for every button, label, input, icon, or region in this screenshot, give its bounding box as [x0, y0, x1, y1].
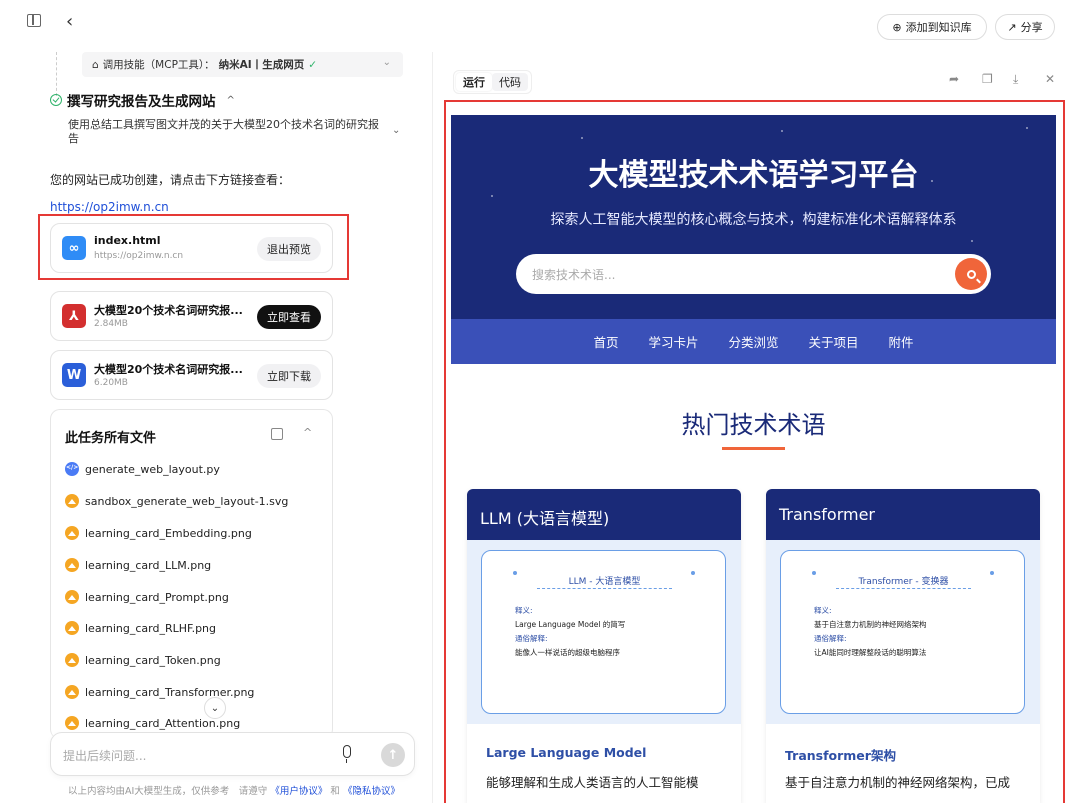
- highlight-box-left: [38, 214, 349, 280]
- download-icon[interactable]: ⤓: [1013, 72, 1018, 87]
- file-card-sub: 6.20MB: [94, 378, 128, 388]
- send-arrow-icon[interactable]: ↑: [381, 743, 405, 767]
- view-now-button[interactable]: 立即查看: [257, 305, 321, 329]
- close-icon[interactable]: ✕: [1045, 72, 1055, 86]
- file-card-name: 大模型20个技术名词研究报...: [94, 304, 243, 317]
- mcp-label: 调用技能（MCP工具）：: [102, 59, 215, 71]
- file-item[interactable]: learning_card_RLHF.png: [65, 621, 216, 635]
- site-link[interactable]: https://op2imw.n.cn: [50, 200, 169, 214]
- file-item[interactable]: learning_card_Prompt.png: [65, 590, 229, 604]
- pdf-icon: ⅄: [62, 304, 86, 328]
- task-title[interactable]: 撰写研究报告及生成网站 ^: [50, 90, 235, 110]
- back-chevron-icon[interactable]: ‹: [66, 13, 73, 31]
- image-file-icon: [65, 716, 79, 730]
- task-title-text: 撰写研究报告及生成网站: [67, 94, 216, 110]
- image-file-icon: [65, 526, 79, 540]
- image-file-icon: [65, 653, 79, 667]
- file-item[interactable]: learning_card_Embedding.png: [65, 526, 252, 540]
- sidebar-toggle-icon[interactable]: [27, 14, 41, 27]
- file-item[interactable]: learning_card_Transformer.png: [65, 685, 254, 699]
- chevron-up-icon[interactable]: ^: [227, 95, 235, 106]
- file-card-pdf-report[interactable]: ⅄ 大模型20个技术名词研究报... 2.84MB 立即查看: [50, 291, 333, 341]
- follow-up-input[interactable]: 提出后续问题... ↑: [50, 732, 415, 776]
- chevron-down-icon[interactable]: ⌄: [383, 57, 391, 68]
- check-icon: ✓: [308, 58, 318, 71]
- file-item-name: learning_card_Token.png: [85, 653, 221, 667]
- toolbox-icon: ⌂: [92, 58, 99, 71]
- panel-divider: [432, 52, 433, 803]
- file-item[interactable]: generate_web_layout.py: [65, 462, 220, 476]
- file-item[interactable]: sandbox_generate_web_layout-1.svg: [65, 494, 288, 508]
- footer-disclaimer: 以上内容均由AI大模型生成，仅供参考 请遵守: [68, 786, 268, 797]
- scroll-to-bottom-icon[interactable]: ⌄: [204, 697, 226, 719]
- word-icon: W: [62, 363, 86, 387]
- user-agreement-link[interactable]: 《用户协议》: [270, 786, 327, 797]
- file-item-name: learning_card_Transformer.png: [85, 685, 255, 699]
- tab-run[interactable]: 运行: [456, 73, 492, 91]
- copy-icon[interactable]: [271, 428, 283, 440]
- file-item-name: learning_card_Embedding.png: [85, 526, 252, 540]
- follow-up-placeholder: 提出后续问题...: [63, 749, 147, 763]
- mcp-tool-call-row[interactable]: ⌂ 调用技能（MCP工具）： 纳米AI丨生成网页 ✓ ⌄: [82, 52, 403, 77]
- preview-tabs: 运行 代码: [453, 70, 532, 94]
- share-button[interactable]: ↗ 分享: [995, 14, 1055, 40]
- highlight-box-right: [444, 100, 1065, 803]
- file-item[interactable]: learning_card_LLM.png: [65, 558, 211, 572]
- code-file-icon: [65, 462, 79, 476]
- tab-code[interactable]: 代码: [492, 73, 528, 91]
- footer-and: 和: [330, 786, 340, 797]
- chevron-up-icon[interactable]: ^: [303, 426, 312, 439]
- knowledge-base-icon: ⊕: [892, 20, 902, 34]
- file-item[interactable]: learning_card_Token.png: [65, 653, 221, 667]
- mcp-tool-name: 纳米AI丨生成网页: [218, 59, 305, 71]
- file-item-name: learning_card_Prompt.png: [85, 590, 229, 604]
- image-file-icon: [65, 685, 79, 699]
- file-item-name: learning_card_LLM.png: [85, 558, 212, 572]
- microphone-icon[interactable]: [343, 745, 351, 763]
- image-file-icon: [65, 558, 79, 572]
- file-item-name: generate_web_layout.py: [85, 462, 220, 476]
- image-file-icon: [65, 590, 79, 604]
- image-file-icon: [65, 494, 79, 508]
- add-to-knowledge-base-label: 添加到知识库: [905, 21, 972, 34]
- privacy-link[interactable]: 《隐私协议》: [343, 786, 400, 797]
- image-file-icon: [65, 621, 79, 635]
- all-files-panel: 此任务所有文件 ^ generate_web_layout.py sandbox…: [50, 409, 333, 739]
- download-now-button[interactable]: 立即下载: [257, 364, 321, 388]
- all-files-title: 此任务所有文件: [65, 431, 157, 446]
- copy-icon[interactable]: ❐: [982, 72, 993, 86]
- chevron-down-icon[interactable]: ⌄: [392, 125, 400, 136]
- footer-note: 以上内容均由AI大模型生成，仅供参考 请遵守 《用户协议》 和 《隐私协议》: [68, 783, 400, 797]
- add-to-knowledge-base-button[interactable]: ⊕ 添加到知识库: [877, 14, 987, 40]
- file-item-name: learning_card_RLHF.png: [85, 621, 217, 635]
- share-icon[interactable]: ➦: [949, 72, 959, 86]
- task-description: 使用总结工具撰写图文并茂的关于大模型20个技术名词的研究报告: [68, 118, 379, 145]
- check-circle-icon: [50, 94, 62, 106]
- share-label: 分享: [1020, 21, 1043, 34]
- file-card-sub: 2.84MB: [94, 319, 128, 329]
- file-card-word-report[interactable]: W 大模型20个技术名词研究报... 6.20MB 立即下载: [50, 350, 333, 400]
- share-icon: ↗: [1007, 20, 1017, 34]
- site-created-message: 您的网站已成功创建，请点击下方链接查看：: [50, 173, 291, 187]
- file-item-name: sandbox_generate_web_layout-1.svg: [85, 494, 289, 508]
- top-bar: ‹ ⊕ 添加到知识库 ↗ 分享: [0, 0, 1078, 52]
- file-card-name: 大模型20个技术名词研究报...: [94, 363, 243, 376]
